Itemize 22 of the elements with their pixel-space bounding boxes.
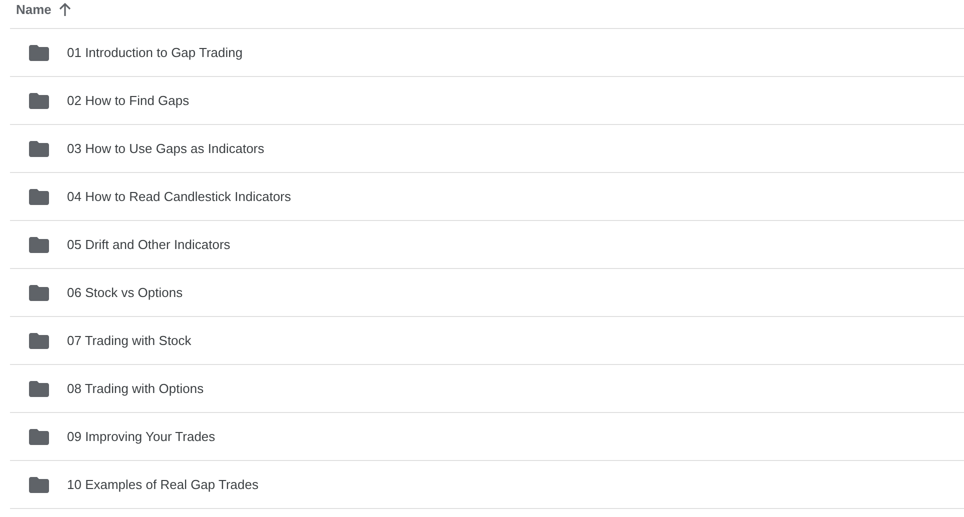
folder-icon xyxy=(29,332,49,348)
folder-name[interactable]: 06 Stock vs Options xyxy=(67,285,183,300)
folder-name[interactable]: 01 Introduction to Gap Trading xyxy=(67,45,243,60)
folder-icon xyxy=(29,236,49,252)
folder-icon xyxy=(29,188,49,204)
folder-name[interactable]: 07 Trading with Stock xyxy=(67,333,192,348)
folder-icon xyxy=(29,140,49,156)
folder-name[interactable]: 10 Examples of Real Gap Trades xyxy=(67,477,258,492)
name-column-header[interactable]: Name xyxy=(16,2,52,18)
folder-icon xyxy=(29,428,49,444)
folder-icon xyxy=(29,380,49,396)
folder-name[interactable]: 08 Trading with Options xyxy=(67,381,204,396)
folder-name[interactable]: 05 Drift and Other Indicators xyxy=(67,237,230,252)
folder-name[interactable]: 03 How to Use Gaps as Indicators xyxy=(67,141,264,156)
folder-name[interactable]: 04 How to Read Candlestick Indicators xyxy=(67,189,292,204)
folder-name[interactable]: 02 How to Find Gaps xyxy=(67,93,190,108)
sort-arrow-icon[interactable] xyxy=(59,3,72,16)
folder-icon xyxy=(29,92,49,108)
folder-icon xyxy=(29,44,49,60)
folder-name[interactable]: 09 Improving Your Trades xyxy=(67,429,216,444)
folder-icon xyxy=(29,476,49,492)
folder-icon xyxy=(29,284,49,300)
